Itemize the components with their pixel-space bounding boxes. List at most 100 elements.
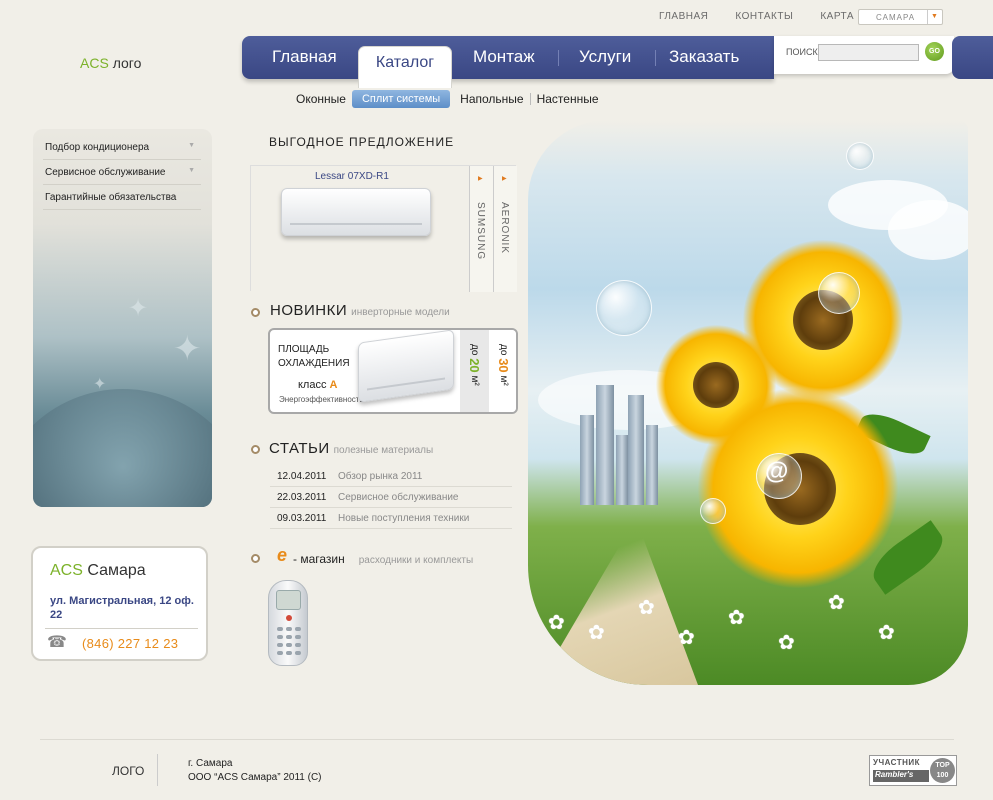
- main-nav: Главная Каталог Монтаж Услуги Заказать: [242, 36, 774, 88]
- sidebar-item-warranty[interactable]: Гарантийные обязательства: [43, 185, 201, 210]
- chevron-down-icon: ▼: [927, 10, 942, 24]
- news-class-value: А: [329, 379, 338, 391]
- article-date: 09.03.2011: [277, 513, 327, 524]
- news-class: класс А: [298, 379, 338, 391]
- list-item[interactable]: 09.03.2011 Новые поступления техники: [270, 508, 512, 529]
- news-subtitle: инверторные модели: [351, 307, 450, 318]
- news-area-label: ПЛОЩАДЬ ОХЛАЖДЕНИЯ: [278, 344, 350, 369]
- globe-illustration: [33, 389, 212, 507]
- nav-item-order[interactable]: Заказать: [669, 47, 739, 67]
- rambler-top100-badge[interactable]: УЧАСТНИК Rambler's TOP 100: [869, 755, 957, 786]
- contact-title: ACS Самара: [50, 562, 146, 580]
- article-title: Новые поступления техники: [338, 513, 470, 524]
- arrow-right-icon: ▶: [478, 176, 483, 182]
- divider: [45, 628, 198, 629]
- sidebar-menu: Подбор кондиционера ▼ Сервисное обслужив…: [43, 135, 201, 210]
- brand-tab-label: AERONIK: [499, 202, 510, 255]
- bullet-icon: [251, 445, 260, 454]
- air-conditioner-image: [358, 330, 454, 403]
- footer-info: г. Самара ООО “ACS Самара” 2011 (С): [188, 757, 322, 785]
- nav-item-catalog[interactable]: Каталог: [358, 46, 452, 88]
- top-link-map[interactable]: КАРТА: [820, 11, 854, 22]
- city-select[interactable]: САМАРА ▼: [858, 9, 943, 25]
- divider: [157, 754, 158, 786]
- top-links: ГЛАВНАЯ КОНТАКТЫ КАРТА: [659, 11, 881, 22]
- subnav: Оконные Сплит системы Напольные Настенны…: [296, 90, 605, 108]
- logo[interactable]: ACS лого: [80, 55, 141, 71]
- top-link-contacts[interactable]: КОНТАКТЫ: [735, 11, 793, 22]
- sidebar-item-label: Сервисное обслуживание: [45, 167, 166, 178]
- logo-brand: ACS: [80, 55, 109, 71]
- nav-end-cap: [952, 36, 993, 79]
- articles-list: 12.04.2011 Обзор рынка 2011 22.03.2011 Сер…: [270, 466, 512, 529]
- footer-logo[interactable]: ЛОГО: [112, 764, 144, 778]
- news-energy-label: Энергоэффективность: [279, 395, 364, 404]
- news-heading[interactable]: НОВИНКИ инверторные модели: [270, 302, 450, 319]
- articles-title: СТАТЬИ: [269, 440, 330, 457]
- news-col-30: до 30 м²: [489, 330, 516, 412]
- subnav-item-floor[interactable]: Напольные: [454, 93, 529, 105]
- article-date: 22.03.2011: [277, 492, 327, 503]
- nav-separator: [558, 50, 559, 66]
- chevron-down-icon: ▼: [188, 142, 195, 149]
- shop-e-logo: e: [277, 545, 288, 565]
- footer-divider: [40, 739, 954, 740]
- subnav-item-split[interactable]: Сплит системы: [351, 90, 451, 108]
- phone-icon: ☎: [47, 634, 67, 651]
- sidebar-item-label: Подбор кондиционера: [45, 142, 150, 153]
- articles-subtitle: полезные материалы: [333, 445, 434, 456]
- at-sign-icon: @: [765, 458, 789, 485]
- star-icon: ✦: [93, 376, 107, 393]
- sidebar-item-label: Гарантийные обязательства: [45, 192, 177, 203]
- news-col-30-text: до 30 м²: [496, 344, 511, 386]
- subnav-item-wall[interactable]: Настенные: [529, 93, 605, 105]
- sidebar: ✦ ✦ ✦ Подбор кондиционера ▼ Сервисное об…: [33, 129, 212, 507]
- contact-brand: ACS: [50, 562, 83, 579]
- nav-separator: [655, 50, 656, 66]
- news-col-20-text: до 20 м²: [467, 344, 482, 386]
- news-banner[interactable]: ПЛОЩАДЬ ОХЛАЖДЕНИЯ класс А Энергоэффекти…: [268, 328, 518, 414]
- contact-phone[interactable]: (846) 227 12 23: [82, 636, 178, 651]
- bullet-icon: [251, 554, 260, 563]
- brand-tab-aeronik[interactable]: ▶ AERONIK: [493, 166, 517, 292]
- search-go-button[interactable]: GO: [925, 42, 944, 61]
- sidebar-item-service[interactable]: Сервисное обслуживание ▼: [43, 160, 201, 185]
- top-link-home[interactable]: ГЛАВНАЯ: [659, 11, 708, 22]
- nav-item-install[interactable]: Монтаж: [473, 47, 535, 67]
- shop-heading[interactable]: - магазин расходники и комплекты: [293, 552, 473, 566]
- list-item[interactable]: 12.04.2011 Обзор рынка 2011: [270, 466, 512, 487]
- city-select-value: САМАРА: [876, 13, 916, 22]
- contact-address: ул. Магистральная, 12 оф. 22: [50, 595, 194, 621]
- article-title: Обзор рынка 2011: [338, 471, 423, 482]
- chevron-down-icon: ▼: [188, 167, 195, 174]
- search-label: ПОИСК: [786, 47, 818, 57]
- articles-heading[interactable]: СТАТЬИ полезные материалы: [269, 440, 433, 457]
- hero-illustration: @ ✿ ✿ ✿ ✿ ✿ ✿ ✿ ✿: [528, 120, 968, 685]
- brand-tab-label: SUMSUNG: [475, 202, 486, 261]
- news-class-label: класс: [298, 379, 327, 391]
- nav-item-services[interactable]: Услуги: [579, 47, 631, 67]
- logo-text: лого: [112, 55, 142, 71]
- shop-subtitle: расходники и комплекты: [358, 555, 474, 566]
- contact-card: ACS Самара ул. Магистральная, 12 оф. 22 …: [31, 546, 208, 661]
- search-box: ПОИСК GO: [774, 36, 954, 74]
- list-item[interactable]: 22.03.2011 Сервисное обслуживание: [270, 487, 512, 508]
- news-title: НОВИНКИ: [270, 302, 348, 319]
- footer-city: г. Самара: [188, 758, 233, 769]
- article-title: Сервисное обслуживание: [338, 492, 459, 503]
- offer-box: Lessar 07XD-R1 ▶ SUMSUNG ▶ AERONIK: [250, 165, 517, 292]
- subnav-item-window[interactable]: Оконные: [296, 93, 352, 105]
- bullet-icon: [251, 308, 260, 317]
- brand-tab-sumsung[interactable]: ▶ SUMSUNG: [469, 166, 493, 292]
- star-icon: ✦: [128, 295, 149, 322]
- arrow-right-icon: ▶: [502, 176, 507, 182]
- remote-control-image[interactable]: [268, 580, 308, 666]
- shop-title: - магазин: [293, 552, 345, 566]
- rambler-name: Rambler's: [873, 770, 929, 782]
- sidebar-item-selection[interactable]: Подбор кондиционера ▼: [43, 135, 201, 160]
- offer-product-name[interactable]: Lessar 07XD-R1: [315, 171, 389, 182]
- search-input[interactable]: [818, 44, 919, 61]
- rambler-label: УЧАСТНИК: [873, 758, 921, 767]
- nav-item-home[interactable]: Главная: [272, 47, 337, 67]
- air-conditioner-image[interactable]: [281, 188, 431, 236]
